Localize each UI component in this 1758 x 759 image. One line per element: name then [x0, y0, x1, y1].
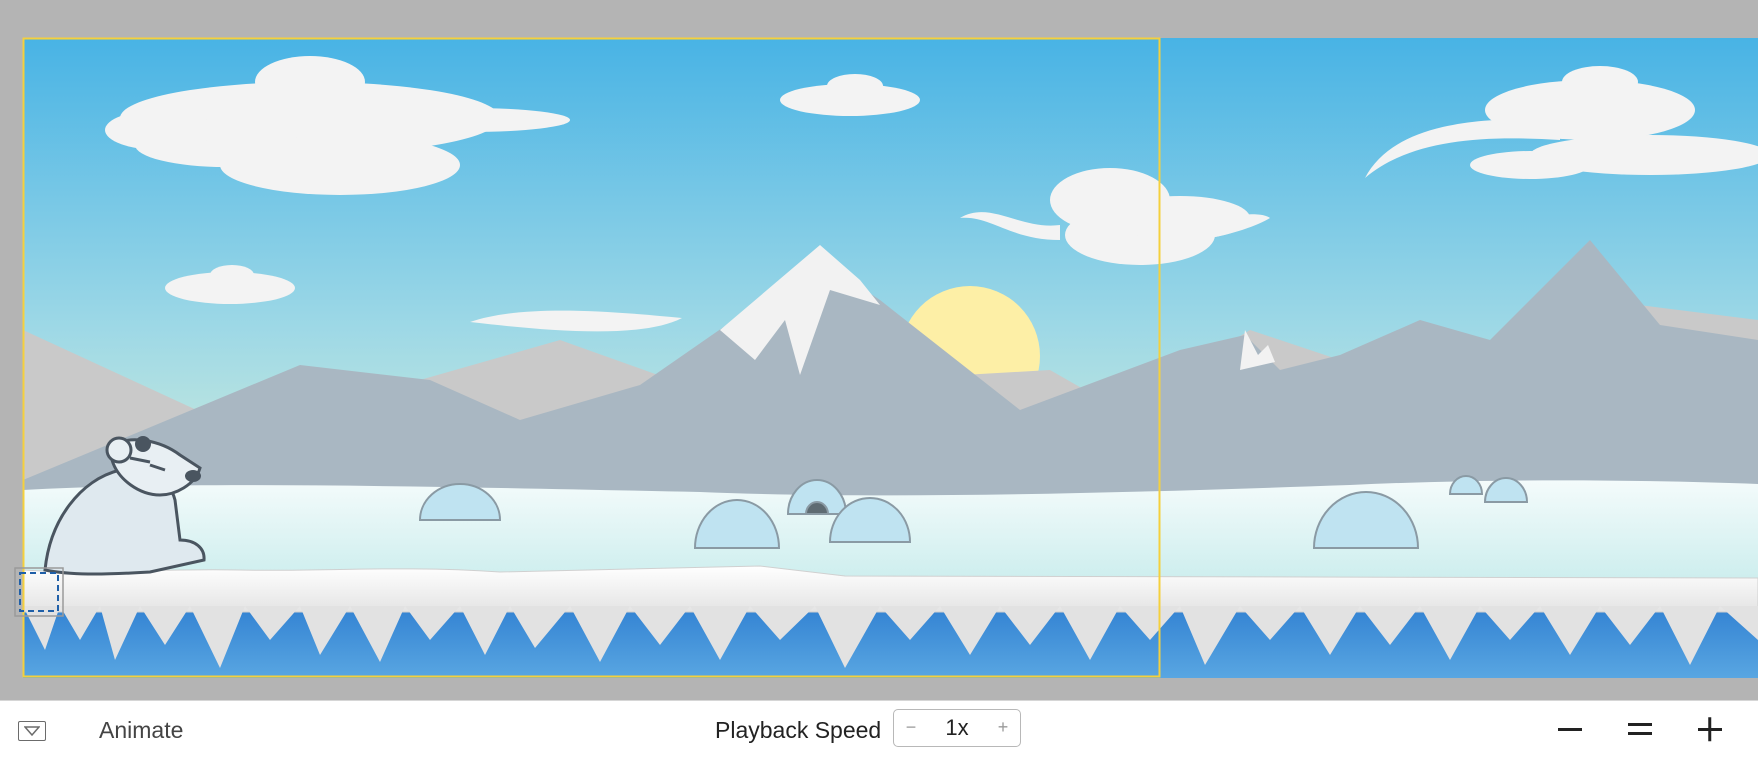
zoom-in-button[interactable]: [1692, 713, 1728, 745]
zoom-fit-button[interactable]: [1622, 713, 1658, 745]
scene-viewport[interactable]: [0, 0, 1758, 700]
playback-speed-stepper: − 1x +: [893, 709, 1021, 747]
triangle-down-icon: [24, 726, 40, 736]
speed-value: 1x: [945, 715, 969, 740]
game-scene: [14, 37, 1758, 678]
playback-speed-label: Playback Speed: [715, 717, 882, 743]
zoom-out-button[interactable]: [1552, 713, 1588, 745]
speed-decrement-button[interactable]: −: [894, 710, 928, 745]
toggle-panel-button[interactable]: [18, 721, 46, 741]
speed-increment-button[interactable]: +: [986, 710, 1020, 745]
bottom-toolbar: Animate Playback Speed − 1x +: [0, 700, 1758, 759]
animate-button[interactable]: Animate: [99, 717, 183, 744]
